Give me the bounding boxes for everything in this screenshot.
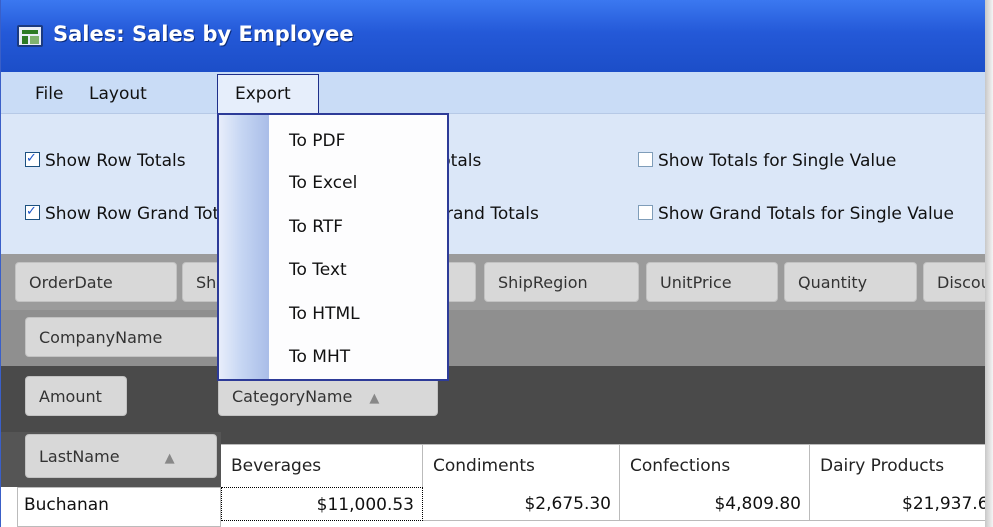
cell-buchanan-beverages[interactable]: $11,000.53 — [221, 487, 423, 521]
column-field-label: CategoryName — [232, 387, 353, 406]
row-header-buchanan[interactable]: Buchanan — [17, 487, 221, 527]
export-to-mht[interactable]: To MHT — [289, 337, 350, 377]
export-to-rtf[interactable]: To RTF — [289, 207, 343, 247]
cell-buchanan-dairy-products[interactable]: $21,937.6 — [810, 487, 985, 521]
checkbox-checked[interactable] — [25, 201, 40, 223]
cell-buchanan-confections[interactable]: $4,809.80 — [620, 487, 810, 521]
column-header-condiments[interactable]: Condiments — [423, 444, 620, 487]
show-row-grand-totals-label: Show Row Grand Totals — [45, 204, 244, 224]
pivot-grid-icon — [17, 25, 43, 47]
show-row-grand-totals-option[interactable]: Show Row Grand Totals — [25, 201, 244, 225]
row-field-lastname[interactable]: LastName ▲ — [25, 434, 217, 478]
show-row-totals-label: Show Row Totals — [45, 151, 186, 171]
menu-icon-strip — [219, 115, 269, 379]
data-field-amount[interactable]: Amount — [25, 376, 127, 416]
menu-bar: File Layout — [1, 72, 985, 114]
field-orderdate[interactable]: OrderDate — [15, 262, 177, 302]
export-to-html[interactable]: To HTML — [289, 294, 360, 334]
sort-ascending-icon[interactable]: ▲ — [165, 451, 175, 466]
field-companyname[interactable]: CompanyName — [25, 317, 225, 357]
export-to-pdf[interactable]: To PDF — [289, 121, 345, 161]
show-totals-single-value-label: Show Totals for Single Value — [658, 151, 897, 171]
field-shipregion[interactable]: ShipRegion — [484, 262, 639, 302]
column-header-confections[interactable]: Confections — [620, 444, 810, 487]
column-header-dairy-products[interactable]: Dairy Products — [810, 444, 985, 487]
checkbox-unchecked[interactable] — [638, 152, 653, 167]
menu-layout[interactable]: Layout — [89, 80, 147, 108]
export-dropdown-menu: To PDF To Excel To RTF To Text To HTML T… — [217, 113, 449, 381]
title-bar[interactable]: Sales: Sales by Employee — [1, 0, 985, 72]
row-field-label: LastName — [39, 447, 120, 466]
export-to-excel[interactable]: To Excel — [289, 163, 357, 203]
field-unitprice[interactable]: UnitPrice — [646, 262, 778, 302]
data-header-area — [1, 366, 985, 432]
options-panel: Show Row Totals Show Row Grand Totals Sh… — [1, 114, 985, 254]
window-title: Sales: Sales by Employee — [53, 22, 354, 46]
field-quantity[interactable]: Quantity — [784, 262, 917, 302]
show-grand-totals-single-value-label: Show Grand Totals for Single Value — [658, 204, 954, 224]
cell-buchanan-condiments[interactable]: $2,675.30 — [423, 487, 620, 521]
sort-ascending-icon[interactable]: ▲ — [369, 391, 379, 406]
menu-export[interactable]: Export — [217, 74, 319, 114]
checkbox-checked[interactable] — [25, 148, 40, 170]
column-header-spacer — [221, 432, 985, 444]
show-row-totals-option[interactable]: Show Row Totals — [25, 148, 186, 172]
column-header-beverages[interactable]: Beverages — [221, 444, 423, 487]
show-grand-totals-single-value-option[interactable]: Show Grand Totals for Single Value — [638, 203, 954, 225]
show-totals-single-value-option[interactable]: Show Totals for Single Value — [638, 150, 896, 172]
menu-file[interactable]: File — [35, 80, 63, 108]
field-discount[interactable]: Discount — [923, 262, 985, 302]
window-edge-shadow — [985, 0, 993, 527]
app-window: Sales: Sales by Employee File Layout Sho… — [0, 0, 985, 527]
export-to-text[interactable]: To Text — [289, 250, 347, 290]
column-field-categoryname[interactable]: CategoryName ▲ — [218, 376, 438, 416]
checkbox-unchecked[interactable] — [638, 205, 653, 220]
